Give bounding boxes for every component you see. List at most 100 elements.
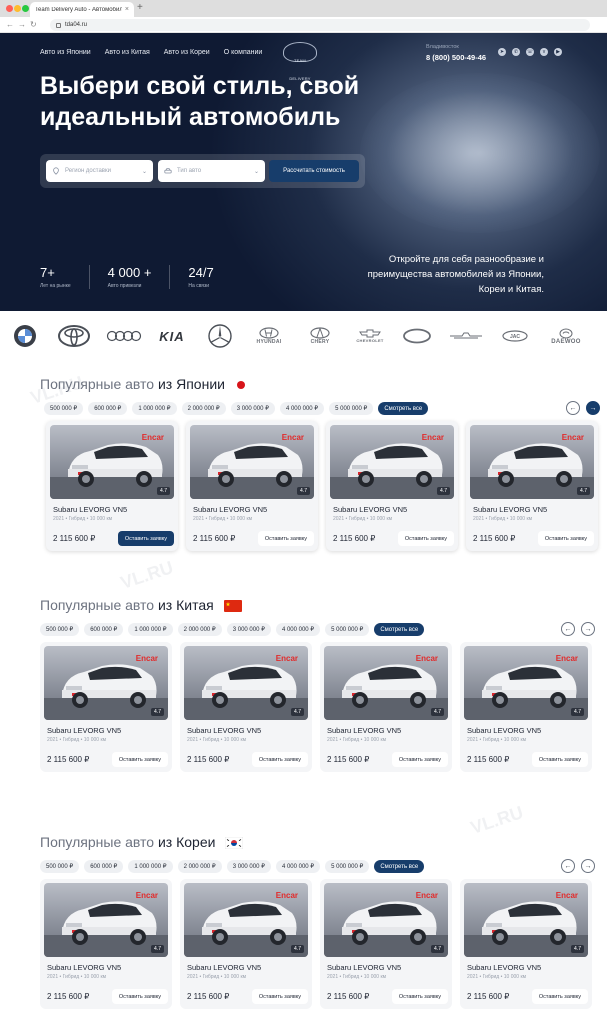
price-chip[interactable]: 1 000 000 ₽ <box>128 860 173 873</box>
brand-genesis-logo[interactable] <box>447 316 485 356</box>
price-chip[interactable]: 5 000 000 ₽ <box>329 402 374 415</box>
whatsapp-icon[interactable]: ✆ <box>512 48 520 56</box>
see-all-button[interactable]: Смотреть все <box>374 623 425 636</box>
brand-chery-logo[interactable]: CHERY <box>300 316 340 356</box>
request-button[interactable]: Оставить заявку <box>397 531 454 546</box>
car-card[interactable]: Encar 4.7 Subaru LEVORG VN5 2021 • Гибрид •… <box>466 421 598 551</box>
tab-close-icon[interactable]: × <box>125 6 129 13</box>
brand-chevrolet-logo[interactable]: CHEVROLET <box>350 316 390 356</box>
brand-jac-logo[interactable]: JAC <box>500 316 530 356</box>
nav-china[interactable]: Авто из Китая <box>105 49 150 56</box>
price-chip[interactable]: 2 000 000 ₽ <box>181 402 226 415</box>
prev-arrow-icon[interactable]: ← <box>561 859 575 873</box>
car-photo[interactable]: Encar 4.7 <box>44 883 168 957</box>
request-button[interactable]: Оставить заявку <box>117 531 174 546</box>
request-button[interactable]: Оставить заявку <box>391 989 448 1004</box>
car-photo[interactable]: Encar 4.7 <box>324 883 448 957</box>
request-button[interactable]: Оставить заявку <box>111 989 168 1004</box>
request-button[interactable]: Оставить заявку <box>257 531 314 546</box>
car-card[interactable]: Encar 4.7 Subaru LEVORG VN5 2021 • Гибрид •… <box>180 642 312 772</box>
see-all-button[interactable]: Смотреть все <box>378 402 429 415</box>
phone-link[interactable]: 8 (800) 500-49-46 <box>426 53 486 62</box>
brand-kia-logo[interactable]: KIA <box>154 316 190 356</box>
close-window-icon[interactable] <box>6 5 13 12</box>
price-chip[interactable]: 500 000 ₽ <box>44 402 84 415</box>
price-chip[interactable]: 4 000 000 ₽ <box>275 623 321 636</box>
price-chip[interactable]: 1 000 000 ₽ <box>132 402 177 415</box>
youtube-icon[interactable]: ▶ <box>554 48 562 56</box>
forward-icon[interactable]: → <box>18 19 26 30</box>
car-photo[interactable]: Encar 4.7 <box>464 883 588 957</box>
car-card[interactable]: Encar 4.7 Subaru LEVORG VN5 2021 • Гибрид •… <box>320 879 452 1009</box>
price-chip[interactable]: 600 000 ₽ <box>84 860 124 873</box>
price-chip[interactable]: 600 000 ₽ <box>84 623 124 636</box>
nav-japan[interactable]: Авто из Японии <box>40 49 91 56</box>
maximize-window-icon[interactable] <box>22 5 29 12</box>
price-chip[interactable]: 5 000 000 ₽ <box>325 623 370 636</box>
vk-icon[interactable]: v <box>540 48 548 56</box>
brand-hyundai-logo[interactable]: HYUNDAI <box>250 316 288 356</box>
prev-arrow-icon[interactable]: ← <box>561 622 575 636</box>
nav-korea[interactable]: Авто из Кореи <box>164 49 210 56</box>
price-chip[interactable]: 4 000 000 ₽ <box>279 402 325 415</box>
calculate-cost-button[interactable]: Рассчитать стоимость <box>269 160 359 182</box>
next-arrow-icon[interactable]: → <box>586 401 600 415</box>
car-photo[interactable]: Encar 4.7 <box>190 425 314 499</box>
browser-tab[interactable]: Team Delivery Auto - Автомобили × <box>30 2 134 17</box>
minimize-window-icon[interactable] <box>14 5 21 12</box>
reload-icon[interactable]: ↻ <box>30 19 37 30</box>
request-button[interactable]: Оставить заявку <box>391 752 448 767</box>
request-button[interactable]: Оставить заявку <box>531 752 588 767</box>
price-chip[interactable]: 4 000 000 ₽ <box>275 860 321 873</box>
request-button[interactable]: Оставить заявку <box>251 989 308 1004</box>
price-chip[interactable]: 500 000 ₽ <box>40 623 80 636</box>
price-chip[interactable]: 500 000 ₽ <box>40 860 80 873</box>
car-photo[interactable]: Encar 4.7 <box>50 425 174 499</box>
brand-audi-logo[interactable] <box>105 316 143 356</box>
car-card[interactable]: Encar 4.7 Subaru LEVORG VN5 2021 • Гибрид •… <box>186 421 318 551</box>
car-photo[interactable]: Encar 4.7 <box>184 646 308 720</box>
brand-mercedes-logo[interactable] <box>205 316 235 356</box>
brand-bmw-logo[interactable] <box>10 316 40 356</box>
next-arrow-icon[interactable]: → <box>581 859 595 873</box>
car-photo[interactable]: Encar 4.7 <box>330 425 454 499</box>
car-photo[interactable]: Encar 4.7 <box>184 883 308 957</box>
price-chip[interactable]: 600 000 ₽ <box>88 402 128 415</box>
car-card[interactable]: Encar 4.7 Subaru LEVORG VN5 2021 • Гибрид •… <box>326 421 458 551</box>
car-photo[interactable]: Encar 4.7 <box>464 646 588 720</box>
brand-haval-logo[interactable] <box>400 316 434 356</box>
price-chip[interactable]: 3 000 000 ₽ <box>226 860 271 873</box>
telegram-icon[interactable]: ➤ <box>498 48 506 56</box>
new-tab-button[interactable]: + <box>137 2 143 14</box>
car-type-select[interactable]: Тип авто ⌄ <box>158 160 265 182</box>
car-card[interactable]: Encar 4.7 Subaru LEVORG VN5 2021 • Гибрид •… <box>180 879 312 1009</box>
brand-daewoo-logo[interactable]: DAEWOO <box>546 316 586 356</box>
site-logo[interactable]: TEAM DELIVERY <box>283 42 317 81</box>
price-chip[interactable]: 2 000 000 ₽ <box>177 623 222 636</box>
price-chip[interactable]: 1 000 000 ₽ <box>128 623 173 636</box>
request-button[interactable]: Оставить заявку <box>111 752 168 767</box>
region-select[interactable]: Регион доставки ⌄ <box>46 160 153 182</box>
car-card[interactable]: Encar 4.7 Subaru LEVORG VN5 2021 • Гибрид •… <box>40 642 172 772</box>
see-all-button[interactable]: Смотреть все <box>374 860 425 873</box>
next-arrow-icon[interactable]: → <box>581 622 595 636</box>
car-card[interactable]: Encar 4.7 Subaru LEVORG VN5 2021 • Гибрид •… <box>40 879 172 1009</box>
nav-about[interactable]: О компании <box>224 49 263 56</box>
prev-arrow-icon[interactable]: ← <box>566 401 580 415</box>
car-photo[interactable]: Encar 4.7 <box>44 646 168 720</box>
request-button[interactable]: Оставить заявку <box>531 989 588 1004</box>
car-card[interactable]: Encar 4.7 Subaru LEVORG VN5 2021 • Гибрид •… <box>320 642 452 772</box>
price-chip[interactable]: 5 000 000 ₽ <box>325 860 370 873</box>
request-button[interactable]: Оставить заявку <box>251 752 308 767</box>
car-card[interactable]: Encar 4.7 Subaru LEVORG VN5 2021 • Гибрид •… <box>460 879 592 1009</box>
request-button[interactable]: Оставить заявку <box>537 531 594 546</box>
car-card[interactable]: Encar 4.7 Subaru LEVORG VN5 2021 • Гибрид •… <box>460 642 592 772</box>
price-chip[interactable]: 3 000 000 ₽ <box>230 402 275 415</box>
back-icon[interactable]: ← <box>6 19 14 30</box>
price-chip[interactable]: 2 000 000 ₽ <box>177 860 222 873</box>
viber-icon[interactable]: ☏ <box>526 48 534 56</box>
brand-toyota-logo[interactable] <box>56 316 92 356</box>
car-card[interactable]: Encar 4.7 Subaru LEVORG VN5 2021 • Гибрид •… <box>46 421 178 551</box>
address-bar[interactable]: tda04.ru <box>50 19 590 31</box>
car-photo[interactable]: Encar 4.7 <box>324 646 448 720</box>
